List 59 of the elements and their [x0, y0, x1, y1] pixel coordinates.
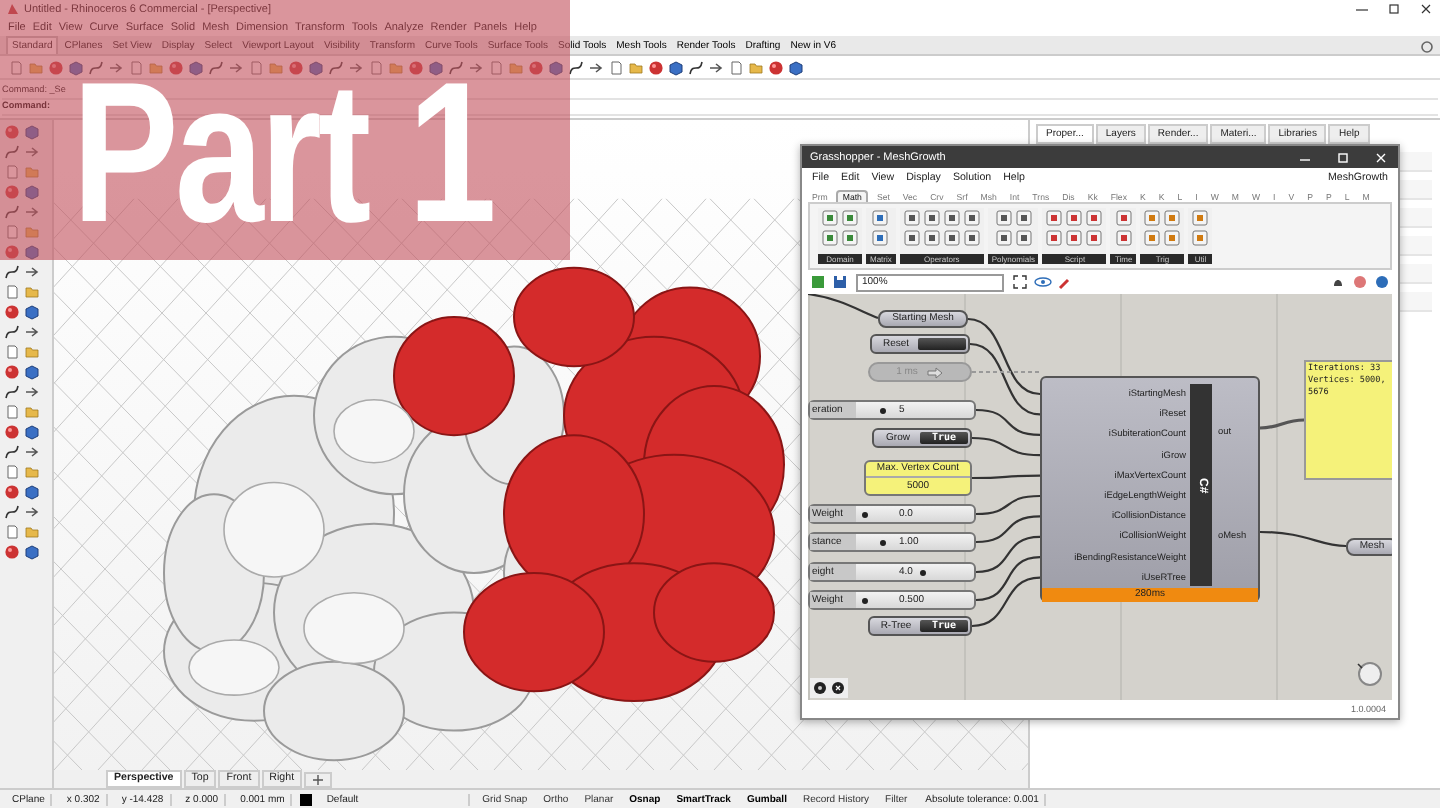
curve-icon[interactable]	[688, 59, 704, 75]
node-canvas[interactable]	[808, 294, 1392, 700]
layer-swatch-icon	[300, 793, 313, 805]
close-icon[interactable]	[830, 680, 846, 696]
wire	[972, 474, 1040, 480]
brush-icon[interactable]	[1058, 274, 1074, 290]
eye-icon[interactable]	[1034, 274, 1052, 290]
wire	[971, 436, 1041, 457]
sphere-icon[interactable]	[4, 544, 20, 560]
sphere-icon[interactable]	[4, 304, 20, 320]
curve-icon[interactable]	[4, 324, 20, 340]
slider-grip[interactable]	[861, 511, 868, 517]
curve-icon[interactable]	[4, 264, 20, 280]
save-icon[interactable]	[832, 274, 848, 290]
arrow-icon	[925, 365, 944, 379]
arrow-icon[interactable]	[24, 264, 40, 280]
curve-icon[interactable]	[568, 59, 584, 75]
wire	[808, 294, 879, 319]
sphere-icon[interactable]	[4, 364, 20, 380]
curve-icon[interactable]	[4, 384, 20, 400]
slider-grip[interactable]	[920, 569, 927, 575]
wire	[1259, 530, 1347, 548]
wire	[975, 494, 1041, 516]
trigger-button[interactable]	[918, 338, 966, 350]
wire	[975, 515, 1041, 544]
close-icon[interactable]	[1418, 2, 1434, 16]
wire	[975, 556, 1041, 602]
navigation-wheel-icon[interactable]	[1356, 660, 1384, 688]
sphere-icon[interactable]	[4, 424, 20, 440]
slider-grip[interactable]	[879, 407, 886, 413]
maximize-icon[interactable]	[1386, 2, 1402, 16]
arrow-icon[interactable]	[708, 59, 724, 75]
document-icon[interactable]	[810, 274, 826, 290]
zoom-extents-icon[interactable]	[1012, 274, 1028, 290]
bell-icon[interactable]	[1330, 274, 1346, 290]
wire	[971, 576, 1041, 628]
wire	[975, 535, 1041, 574]
sphere-icon[interactable]	[4, 484, 20, 500]
sphere-icon[interactable]	[768, 59, 784, 75]
arrow-icon[interactable]	[24, 384, 40, 400]
slider-grip[interactable]	[879, 539, 886, 545]
sphere-icon[interactable]	[648, 59, 664, 75]
slider-grip[interactable]	[861, 597, 868, 603]
arrow-icon[interactable]	[588, 59, 604, 75]
gear-icon[interactable]	[812, 680, 828, 696]
arrow-icon[interactable]	[24, 324, 40, 340]
close-icon[interactable]	[1372, 149, 1390, 165]
wire	[1259, 418, 1305, 430]
curve-icon[interactable]	[4, 504, 20, 520]
cube-icon[interactable]	[24, 364, 40, 380]
maximize-icon[interactable]	[1334, 149, 1352, 165]
cube-icon[interactable]	[24, 484, 40, 500]
cube-icon[interactable]	[24, 544, 40, 560]
cube-icon[interactable]	[24, 424, 40, 440]
add-icon[interactable]	[312, 773, 325, 785]
arrow-icon[interactable]	[24, 444, 40, 460]
arrow-icon[interactable]	[24, 504, 40, 520]
curve-icon[interactable]	[4, 444, 20, 460]
cube-icon[interactable]	[24, 304, 40, 320]
